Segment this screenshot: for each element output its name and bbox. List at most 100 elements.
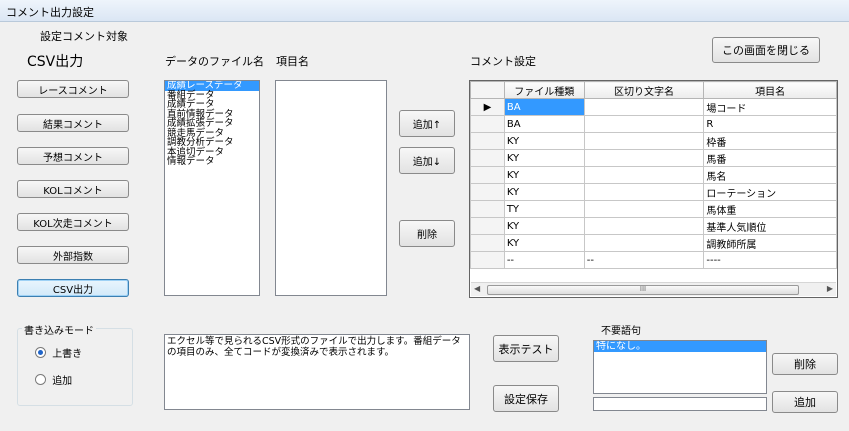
cell-file-type[interactable]: KY xyxy=(503,217,585,235)
row-header xyxy=(470,166,505,184)
cell-delimiter[interactable] xyxy=(583,149,705,167)
cell-file-type[interactable]: -- xyxy=(503,251,585,269)
cell-file-type[interactable]: BA xyxy=(503,115,585,133)
cell-item-name[interactable]: 基準人気順位 xyxy=(703,217,837,235)
description-box: エクセル等で見られるCSV形式のファイルで出力します。番組データの項目のみ、全て… xyxy=(164,334,470,410)
radio-overwrite[interactable]: 上書き xyxy=(35,345,82,360)
description-text: エクセル等で見られるCSV形式のファイルで出力します。番組データの項目のみ、全て… xyxy=(167,336,461,358)
row-header xyxy=(470,149,505,167)
cell-item-name[interactable]: R xyxy=(703,115,837,133)
row-header xyxy=(470,251,505,269)
radio-append[interactable]: 追加 xyxy=(35,372,72,387)
cell-delimiter[interactable] xyxy=(583,183,705,201)
display-test-button[interactable]: 表示テスト xyxy=(493,335,559,362)
table-row[interactable]: -- -- ---- xyxy=(470,251,837,269)
cell-delimiter[interactable] xyxy=(583,98,705,116)
unneeded-word-input[interactable] xyxy=(593,397,767,411)
row-pointer-icon: ▶ xyxy=(470,98,505,116)
word-add-button[interactable]: 追加 xyxy=(772,391,838,413)
cell-file-type[interactable]: KY xyxy=(503,183,585,201)
table-row[interactable]: KY 馬番 xyxy=(470,149,837,167)
external-index-button[interactable]: 外部指数 xyxy=(17,246,129,264)
delete-item-button[interactable]: 削除 xyxy=(399,220,455,247)
cell-file-type[interactable]: TY xyxy=(503,200,585,218)
window-title: コメント出力設定 xyxy=(6,6,94,19)
radio-unselected-icon[interactable] xyxy=(35,374,46,385)
data-files-label: データのファイル名 xyxy=(165,55,264,68)
row-header xyxy=(470,217,505,235)
cell-file-type[interactable]: KY xyxy=(503,149,585,167)
list-item[interactable]: 特になし。 xyxy=(594,341,766,352)
unneeded-words-list[interactable]: 特になし。 xyxy=(593,340,767,394)
radio-overwrite-label: 上書き xyxy=(52,349,83,360)
row-header xyxy=(470,234,505,252)
table-row[interactable]: TY 馬体重 xyxy=(470,200,837,218)
race-comment-button[interactable]: レースコメント xyxy=(17,80,129,98)
title-bar: コメント出力設定 xyxy=(0,0,849,22)
cell-delimiter[interactable] xyxy=(583,234,705,252)
item-names-label: 項目名 xyxy=(276,55,309,68)
data-file-list[interactable]: 成績レースデータ 番組データ 成績データ 直前情報データ 成績拡張データ 競走馬… xyxy=(164,80,260,296)
column-header-file-type[interactable]: ファイル種類 xyxy=(503,81,585,99)
cell-item-name[interactable]: ---- xyxy=(703,251,837,269)
cell-delimiter[interactable]: -- xyxy=(583,251,705,269)
table-row[interactable]: KY 馬名 xyxy=(470,166,837,184)
cell-file-type[interactable]: KY xyxy=(503,132,585,150)
cell-item-name[interactable]: 馬体重 xyxy=(703,200,837,218)
comment-settings-grid[interactable]: ファイル種類 区切り文字名 項目名 ▶ BA 場コード BA R KY 枠番 K… xyxy=(469,80,838,298)
radio-append-label: 追加 xyxy=(52,376,73,387)
write-mode-group xyxy=(17,328,133,406)
table-row[interactable]: KY ローテーション xyxy=(470,183,837,201)
close-screen-button[interactable]: この画面を閉じる xyxy=(712,37,820,63)
cell-file-type[interactable]: KY xyxy=(503,166,585,184)
cell-item-name[interactable]: 馬名 xyxy=(703,166,837,184)
cell-item-name[interactable]: 馬番 xyxy=(703,149,837,167)
row-header xyxy=(470,183,505,201)
cell-delimiter[interactable] xyxy=(583,132,705,150)
cell-item-name[interactable]: 場コード xyxy=(703,98,837,116)
row-header xyxy=(470,132,505,150)
cell-item-name[interactable]: ローテーション xyxy=(703,183,837,201)
column-header-item-name[interactable]: 項目名 xyxy=(703,81,837,99)
scroll-thumb[interactable]: III xyxy=(487,285,799,295)
csv-heading: CSV出力 xyxy=(27,54,84,70)
kol-next-race-comment-button[interactable]: KOL次走コメント xyxy=(17,213,129,231)
add-up-button[interactable]: 追加↑ xyxy=(399,110,455,137)
cell-delimiter[interactable] xyxy=(583,115,705,133)
table-row[interactable]: BA R xyxy=(470,115,837,133)
cell-file-type[interactable]: KY xyxy=(503,234,585,252)
cell-item-name[interactable]: 枠番 xyxy=(703,132,837,150)
scroll-right-icon[interactable]: ▶ xyxy=(827,284,833,293)
comment-settings-label: コメント設定 xyxy=(470,55,536,68)
row-header xyxy=(470,115,505,133)
csv-output-button[interactable]: CSV出力 xyxy=(17,279,129,297)
prediction-comment-button[interactable]: 予想コメント xyxy=(17,147,129,165)
save-settings-button[interactable]: 設定保存 xyxy=(493,385,559,412)
column-header-delimiter[interactable]: 区切り文字名 xyxy=(583,81,705,99)
table-row[interactable]: KY 枠番 xyxy=(470,132,837,150)
cell-item-name[interactable]: 調教師所属 xyxy=(703,234,837,252)
kol-comment-button[interactable]: KOLコメント xyxy=(17,180,129,198)
grid-corner xyxy=(470,81,505,99)
cell-delimiter[interactable] xyxy=(583,200,705,218)
grid-table: ファイル種類 区切り文字名 項目名 ▶ BA 場コード BA R KY 枠番 K… xyxy=(470,81,837,269)
table-row[interactable]: KY 調教師所属 xyxy=(470,234,837,252)
item-name-list[interactable] xyxy=(275,80,387,296)
row-header xyxy=(470,200,505,218)
cell-file-type[interactable]: BA xyxy=(503,98,585,116)
add-down-button[interactable]: 追加↓ xyxy=(399,147,455,174)
scroll-grip-icon: III xyxy=(639,285,647,293)
write-mode-label: 書き込みモード xyxy=(22,322,96,337)
table-row[interactable]: ▶ BA 場コード xyxy=(470,98,837,116)
cell-delimiter[interactable] xyxy=(583,217,705,235)
unneeded-words-label: 不要語句 xyxy=(601,326,641,337)
horizontal-scrollbar[interactable]: ◀ III ▶ xyxy=(471,282,836,296)
table-row[interactable]: KY 基準人気順位 xyxy=(470,217,837,235)
scroll-left-icon[interactable]: ◀ xyxy=(474,284,480,293)
word-delete-button[interactable]: 削除 xyxy=(772,353,838,375)
cell-delimiter[interactable] xyxy=(583,166,705,184)
radio-selected-icon[interactable] xyxy=(35,347,46,358)
target-heading: 設定コメント対象 xyxy=(40,30,128,43)
list-item[interactable]: 情報データ xyxy=(165,157,259,167)
result-comment-button[interactable]: 結果コメント xyxy=(17,114,129,132)
